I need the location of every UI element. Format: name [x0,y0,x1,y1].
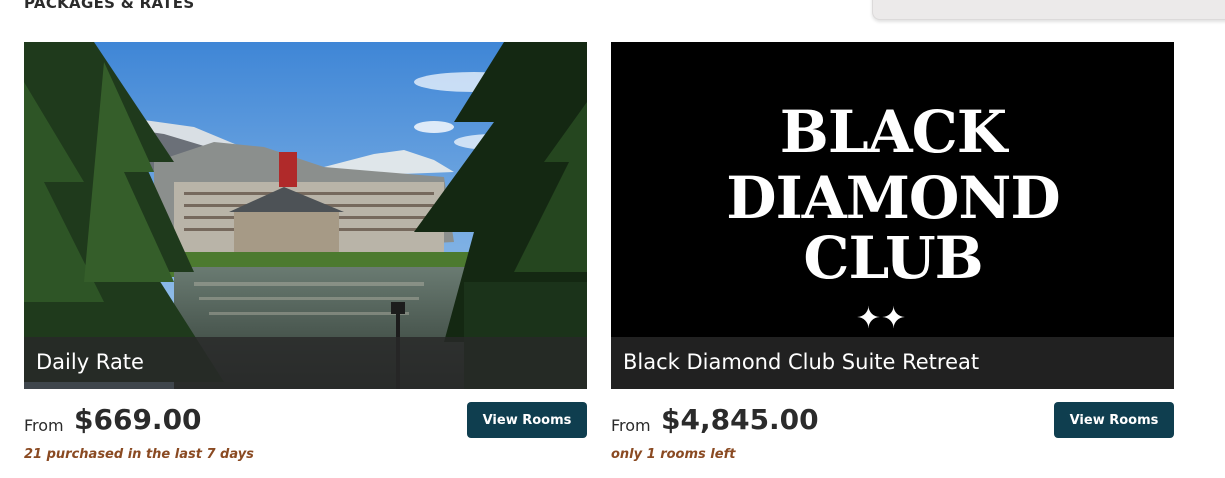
urgency-message: only 1 rooms left [611,447,736,462]
from-label: From [611,416,651,435]
package-image[interactable]: Daily Rate [24,42,587,389]
logo-line-3: CLUB [803,224,982,292]
package-price: $669.00 [74,403,202,436]
package-title: Black Diamond Club Suite Retreat [611,337,1174,389]
package-image[interactable]: BLACK DIAMOND CLUB ✦✦ Black Diamond Club… [611,42,1174,389]
section-title: PACKAGES & RATES [24,0,195,12]
from-label: From [24,416,64,435]
logo-line-1: BLACK [780,98,1010,166]
logo-line-2: DIAMOND [726,164,1059,232]
sparkle-icon: ✦✦ [856,301,906,336]
urgency-message: 21 purchased in the last 7 days [24,447,254,462]
price-row: From $669.00 View Rooms 21 purchased in … [24,402,587,462]
package-price: $4,845.00 [661,403,819,436]
package-title: Daily Rate [24,337,587,389]
top-widget-panel [872,0,1225,20]
view-rooms-button[interactable]: View Rooms [467,402,587,438]
view-rooms-button[interactable]: View Rooms [1054,402,1174,438]
price-row: From $4,845.00 View Rooms only 1 rooms l… [611,402,1174,462]
package-card-black-diamond[interactable]: BLACK DIAMOND CLUB ✦✦ Black Diamond Club… [611,42,1174,462]
package-card-daily-rate[interactable]: Daily Rate From $669.00 View Rooms 21 pu… [24,42,587,462]
